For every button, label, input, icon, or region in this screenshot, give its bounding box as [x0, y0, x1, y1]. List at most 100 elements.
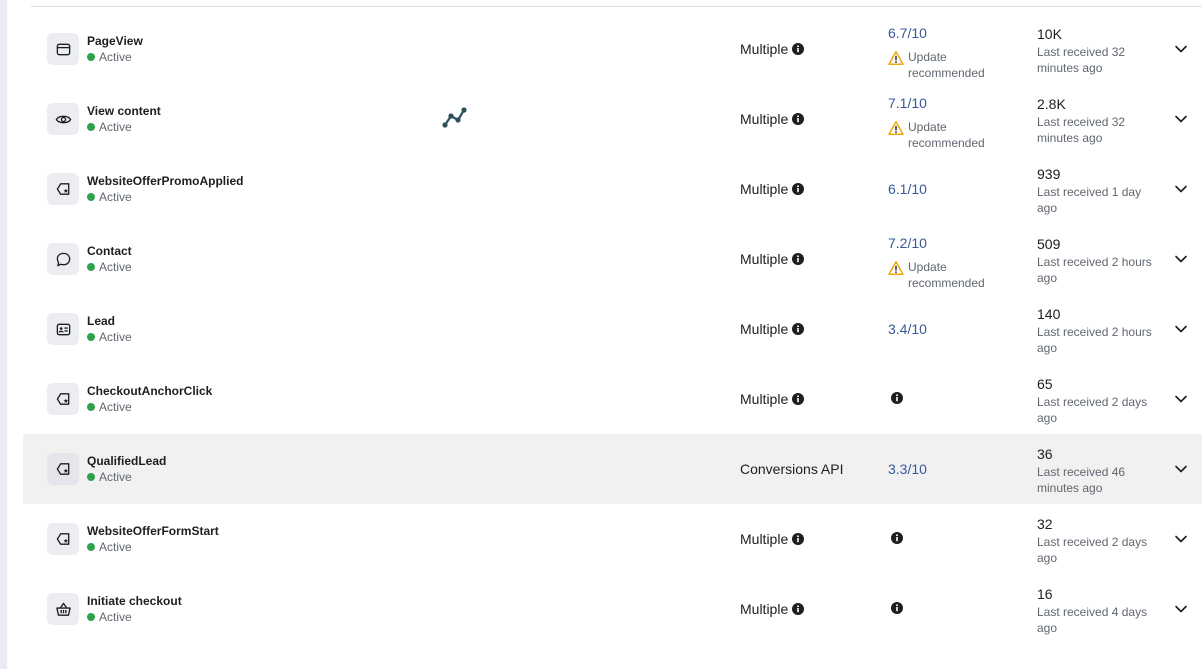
active-dot-icon: [87, 473, 95, 481]
info-icon[interactable]: [792, 113, 805, 125]
event-name[interactable]: Contact: [87, 244, 132, 258]
integration-label: Multiple: [740, 391, 789, 407]
event-name[interactable]: CheckoutAnchorClick: [87, 384, 212, 398]
table-top-divider: [31, 6, 1202, 7]
integration-label: Multiple: [740, 181, 789, 197]
event-status: Active: [87, 610, 132, 624]
event-match-quality-score[interactable]: 6.7/10: [888, 25, 927, 41]
table-row[interactable]: WebsiteOfferPromoApplied Active Multiple…: [23, 154, 1202, 224]
last-received-text: Last received 32 minutes ago: [1037, 45, 1126, 75]
last-received-text: Last received 2 hours ago: [1037, 325, 1152, 355]
integration-cell: Multiple: [740, 531, 805, 547]
custom-event-tag-icon: [47, 453, 79, 485]
integration-label: Multiple: [740, 41, 789, 57]
active-dot-icon: [87, 403, 95, 411]
score-info-icon[interactable]: [891, 532, 903, 544]
warning-icon: [888, 261, 904, 275]
event-match-quality-score[interactable]: 3.3/10: [888, 461, 927, 477]
integration-cell: Multiple: [740, 321, 805, 337]
event-count: 509: [1037, 236, 1061, 252]
last-received-text: Last received 2 hours ago: [1037, 255, 1152, 285]
info-icon[interactable]: [792, 533, 805, 545]
event-count: 2.8K: [1037, 96, 1066, 112]
event-name[interactable]: Initiate checkout: [87, 594, 182, 608]
table-row[interactable]: Lead Active Multiple 3.4/10 140 Last rec…: [23, 294, 1202, 364]
score-info-icon[interactable]: [891, 602, 903, 614]
event-status: Active: [87, 120, 132, 134]
integration-cell: Multiple: [740, 391, 805, 407]
info-icon[interactable]: [792, 183, 805, 195]
status-label: Active: [99, 400, 132, 414]
warning-icon: [888, 121, 904, 135]
table-row-hovered[interactable]: QualifiedLead Active Conversions API 3.3…: [23, 434, 1202, 504]
chevron-down-icon[interactable]: [1174, 182, 1188, 196]
chevron-down-icon[interactable]: [1174, 112, 1188, 126]
status-label: Active: [99, 610, 132, 624]
integration-cell: Multiple: [740, 41, 805, 57]
event-count: 10K: [1037, 26, 1062, 42]
chevron-down-icon[interactable]: [1174, 462, 1188, 476]
event-status: Active: [87, 50, 132, 64]
info-icon[interactable]: [792, 253, 805, 265]
status-label: Active: [99, 540, 132, 554]
info-icon[interactable]: [792, 43, 805, 55]
event-status: Active: [87, 260, 132, 274]
chevron-down-icon[interactable]: [1174, 602, 1188, 616]
active-dot-icon: [87, 543, 95, 551]
integration-cell: Multiple: [740, 111, 805, 127]
event-name[interactable]: PageView: [87, 34, 143, 48]
integration-label: Multiple: [740, 531, 789, 547]
table-row[interactable]: PageView Active Multiple 6.7/10 Update r…: [23, 14, 1202, 84]
status-label: Active: [99, 190, 132, 204]
table-row[interactable]: Contact Active Multiple 7.2/10 Update re…: [23, 224, 1202, 294]
last-received-text: Last received 32 minutes ago: [1037, 115, 1126, 145]
event-status: Active: [87, 540, 132, 554]
warning-text: Update recommended: [908, 50, 985, 80]
event-name[interactable]: View content: [87, 104, 161, 118]
line-chart-icon[interactable]: [442, 106, 468, 130]
event-match-quality-score[interactable]: 6.1/10: [888, 181, 927, 197]
chevron-down-icon[interactable]: [1174, 532, 1188, 546]
integration-label: Multiple: [740, 601, 789, 617]
info-icon[interactable]: [792, 323, 805, 335]
chat-bubble-icon: [47, 243, 79, 275]
event-count: 16: [1037, 586, 1053, 602]
event-name[interactable]: Lead: [87, 314, 115, 328]
event-match-quality-score[interactable]: 7.2/10: [888, 235, 927, 251]
integration-cell: Multiple: [740, 181, 805, 197]
custom-event-tag-icon: [47, 523, 79, 555]
event-count: 939: [1037, 166, 1061, 182]
info-icon[interactable]: [792, 603, 805, 615]
event-name[interactable]: WebsiteOfferPromoApplied: [87, 174, 243, 188]
event-status: Active: [87, 190, 132, 204]
active-dot-icon: [87, 333, 95, 341]
table-row[interactable]: WebsiteOfferFormStart Active Multiple 32…: [23, 504, 1202, 574]
last-received-text: Last received 46 minutes ago: [1037, 465, 1126, 495]
event-match-quality-score[interactable]: 3.4/10: [888, 321, 927, 337]
score-info-icon[interactable]: [891, 392, 903, 404]
event-status: Active: [87, 470, 132, 484]
event-count: 36: [1037, 446, 1053, 462]
update-warning: Update recommended: [888, 119, 998, 151]
update-warning: Update recommended: [888, 259, 998, 291]
table-row[interactable]: CheckoutAnchorClick Active Multiple 65 L…: [23, 364, 1202, 434]
table-row[interactable]: Initiate checkout Active Multiple 16 Las…: [23, 574, 1202, 644]
status-label: Active: [99, 120, 132, 134]
table-row[interactable]: View content Active Multiple 7.1/10 Upda…: [23, 84, 1202, 154]
last-received-text: Last received 1 day ago: [1037, 185, 1142, 215]
event-name[interactable]: QualifiedLead: [87, 454, 166, 468]
chevron-down-icon[interactable]: [1174, 392, 1188, 406]
active-dot-icon: [87, 123, 95, 131]
status-label: Active: [99, 330, 132, 344]
last-received-text: Last received 4 days ago: [1037, 605, 1148, 635]
chevron-down-icon[interactable]: [1174, 322, 1188, 336]
chevron-down-icon[interactable]: [1174, 42, 1188, 56]
basket-icon: [47, 593, 79, 625]
eye-icon: [47, 103, 79, 135]
contact-card-icon: [47, 313, 79, 345]
integration-cell: Multiple: [740, 601, 805, 617]
event-name[interactable]: WebsiteOfferFormStart: [87, 524, 219, 538]
info-icon[interactable]: [792, 393, 805, 405]
event-match-quality-score[interactable]: 7.1/10: [888, 95, 927, 111]
chevron-down-icon[interactable]: [1174, 252, 1188, 266]
